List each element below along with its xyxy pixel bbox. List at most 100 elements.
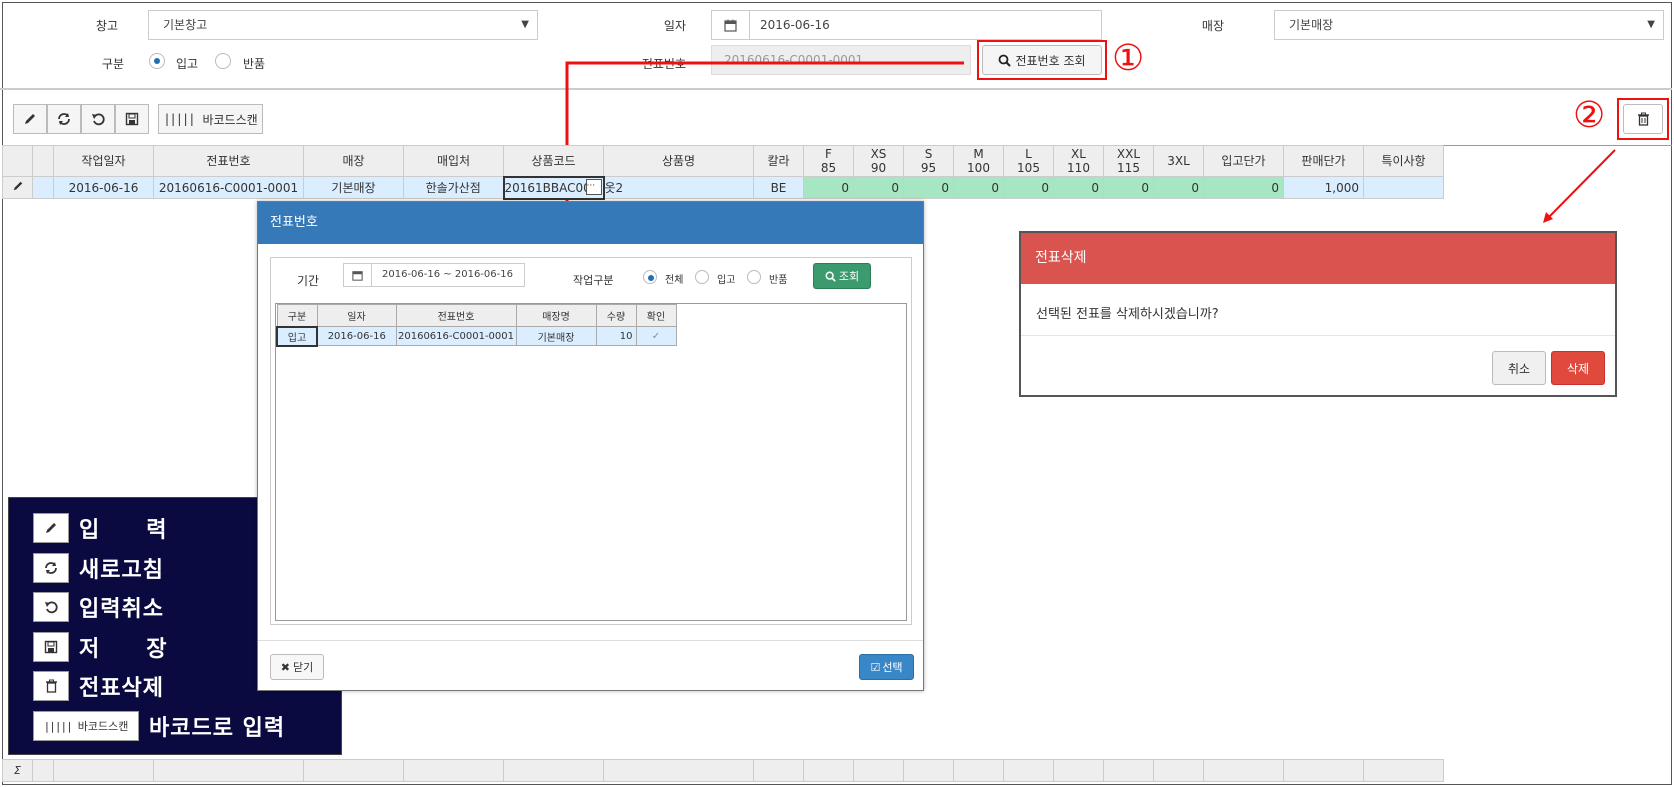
slip-cell-qty[interactable]: 10 bbox=[595, 326, 637, 346]
period-input[interactable]: 2016-06-16 ~ 2016-06-16 bbox=[343, 263, 525, 287]
cell-sale-price[interactable]: 1,000 bbox=[1283, 176, 1364, 199]
legend-delete-label: 전표삭제 bbox=[79, 676, 164, 701]
delete-button[interactable]: 삭제 bbox=[1551, 351, 1605, 385]
refresh-icon bbox=[33, 553, 69, 583]
grid-header[interactable]: 매장 bbox=[303, 145, 404, 177]
grid-header[interactable]: F 85 bbox=[803, 145, 854, 177]
legend-refresh-label: 새로고침 bbox=[79, 558, 164, 583]
grid-header[interactable]: 판매단가 bbox=[1283, 145, 1364, 177]
grid-header[interactable]: XL 110 bbox=[1053, 145, 1104, 177]
cell-qty-m[interactable]: 0 bbox=[953, 176, 1004, 199]
grid-header[interactable]: 매입처 bbox=[403, 145, 504, 177]
grid-header[interactable]: 칼라 bbox=[753, 145, 804, 177]
legend-row-save: 저 장 bbox=[33, 631, 167, 663]
dialog-close-button[interactable]: ✖ 닫기 bbox=[270, 654, 324, 680]
cell-qty-xs[interactable]: 0 bbox=[853, 176, 904, 199]
cell-qty-s[interactable]: 0 bbox=[903, 176, 954, 199]
period-label: 기간 bbox=[297, 274, 320, 288]
delete-dialog-divider bbox=[1021, 335, 1615, 336]
product-code-value: 20161BBAC002 bbox=[504, 180, 599, 195]
undo-button[interactable] bbox=[81, 104, 115, 134]
radio-all-label: 전체 bbox=[665, 275, 684, 286]
slip-list-header-cell[interactable]: 구분 bbox=[276, 304, 318, 327]
cell-slip-no[interactable]: 20160616-C0001-0001 bbox=[153, 176, 304, 199]
slip-list-header-cell[interactable]: 일자 bbox=[316, 304, 397, 327]
slip-cell-date[interactable]: 2016-06-16 bbox=[316, 326, 397, 346]
legend-barcode-label: 바코드로 입력 bbox=[149, 716, 286, 741]
refresh-icon bbox=[58, 113, 70, 125]
radio-return-dialog-label: 반품 bbox=[769, 275, 788, 286]
grid-header-check bbox=[32, 145, 54, 177]
delete-slip-dialog: 전표삭제 선택된 전표를 삭제하시겠습니까? 취소 삭제 bbox=[1019, 231, 1617, 397]
slip-cell-store[interactable]: 기본매장 bbox=[515, 326, 597, 346]
check-icon[interactable]: ✓ bbox=[635, 326, 677, 346]
grid-header[interactable]: M 100 bbox=[953, 145, 1004, 177]
grid-header[interactable]: XXL 115 bbox=[1103, 145, 1154, 177]
cell-product-code[interactable]: 20161BBAC002 ··· bbox=[502, 175, 605, 200]
table-row[interactable]: 2016-06-16 20160616-C0001-0001 기본매장 한솔가산… bbox=[2, 175, 1444, 200]
legend-row-delete: 전표삭제 bbox=[33, 670, 164, 702]
grid-header[interactable]: 특이사항 bbox=[1363, 145, 1444, 177]
legend-row-barcode: ||||| 바코드스캔 바코드로 입력 bbox=[33, 710, 285, 742]
period-value: 2016-06-16 ~ 2016-06-16 bbox=[382, 269, 513, 280]
slip-list-header-cell[interactable]: 전표번호 bbox=[395, 304, 517, 327]
table-row[interactable]: 입고 2016-06-16 20160616-C0001-0001 기본매장 1… bbox=[276, 325, 677, 347]
grid-header[interactable]: 상품명 bbox=[603, 145, 754, 177]
dialog-select-label: 선택 bbox=[882, 661, 903, 674]
legend-save-label: 저 장 bbox=[79, 637, 168, 662]
slip-list-header-cell[interactable]: 확인 bbox=[635, 304, 677, 327]
grid-header[interactable]: 3XL bbox=[1153, 145, 1204, 177]
pencil-icon bbox=[33, 513, 69, 543]
ellipsis-icon[interactable]: ··· bbox=[585, 178, 602, 195]
legend-undo-label: 입력취소 bbox=[79, 597, 164, 622]
grid-header[interactable]: 입고단가 bbox=[1203, 145, 1284, 177]
slip-cell-no[interactable]: 20160616-C0001-0001 bbox=[395, 326, 517, 346]
legend-row-input: 입 력 bbox=[33, 512, 167, 544]
legend-input-label: 입 력 bbox=[79, 518, 168, 543]
cancel-button[interactable]: 취소 bbox=[1492, 351, 1546, 385]
pencil-icon bbox=[13, 181, 22, 191]
grid-header-row: 작업일자 전표번호 매장 매입처 상품코드 상품명 칼라 F 85 XS 90 … bbox=[2, 145, 1444, 177]
cell-note[interactable] bbox=[1363, 176, 1444, 199]
row-check-cell[interactable] bbox=[32, 176, 54, 199]
radio-in-dialog[interactable] bbox=[695, 270, 709, 284]
highlight-delete bbox=[1617, 98, 1669, 140]
cell-qty-xxl[interactable]: 0 bbox=[1103, 176, 1154, 199]
dialog-select-button[interactable]: ☑ 선택 bbox=[859, 654, 914, 680]
cell-product-name[interactable]: 옷2 bbox=[603, 176, 754, 199]
radio-return-dialog[interactable] bbox=[747, 270, 761, 284]
cell-qty-l[interactable]: 0 bbox=[1003, 176, 1054, 199]
slip-list-header: 구분 일자 전표번호 매장명 수량 확인 bbox=[276, 304, 677, 327]
annotation-two: ② bbox=[1573, 95, 1606, 136]
cell-store[interactable]: 기본매장 bbox=[303, 176, 404, 199]
slip-cell-type[interactable]: 입고 bbox=[276, 325, 318, 347]
sum-icon: Σ bbox=[2, 759, 33, 782]
slip-list-header-cell[interactable]: 수량 bbox=[595, 304, 637, 327]
grid-header[interactable]: XS 90 bbox=[853, 145, 904, 177]
cell-qty-3xl[interactable]: 0 bbox=[1153, 176, 1204, 199]
radio-in-dialog-label: 입고 bbox=[717, 275, 736, 286]
pencil-icon bbox=[25, 114, 35, 124]
slip-list-header-cell[interactable]: 매장명 bbox=[515, 304, 597, 327]
dialog-search-button[interactable]: 조회 bbox=[813, 263, 871, 289]
cell-color[interactable]: BE bbox=[753, 176, 804, 199]
cell-work-date[interactable]: 2016-06-16 bbox=[53, 176, 154, 199]
grid-header[interactable]: 상품코드 bbox=[503, 145, 604, 177]
barcode-scan-label: 바코드스캔 bbox=[202, 112, 258, 127]
radio-all[interactable] bbox=[643, 270, 657, 284]
cell-in-price[interactable]: 0 bbox=[1203, 176, 1284, 199]
slip-list: 구분 일자 전표번호 매장명 수량 확인 입고 2016-06-16 20160… bbox=[275, 303, 907, 621]
refresh-button[interactable] bbox=[47, 104, 81, 134]
cell-qty-f[interactable]: 0 bbox=[803, 176, 854, 199]
grid-header[interactable]: L 105 bbox=[1003, 145, 1054, 177]
cell-qty-xl[interactable]: 0 bbox=[1053, 176, 1104, 199]
grid-header[interactable]: 전표번호 bbox=[153, 145, 304, 177]
close-icon: ✖ bbox=[280, 660, 290, 674]
cell-supplier[interactable]: 한솔가산점 bbox=[403, 176, 504, 199]
grid-header[interactable]: 작업일자 bbox=[53, 145, 154, 177]
edit-button[interactable] bbox=[13, 104, 47, 134]
slip-search-dialog: 전표번호 기간 2016-06-16 ~ 2016-06-16 작업구분 전체 … bbox=[257, 201, 924, 691]
barcode-scan-button[interactable]: ||||| 바코드스캔 bbox=[158, 104, 263, 134]
save-button[interactable] bbox=[115, 104, 149, 134]
grid-header[interactable]: S 95 bbox=[903, 145, 954, 177]
